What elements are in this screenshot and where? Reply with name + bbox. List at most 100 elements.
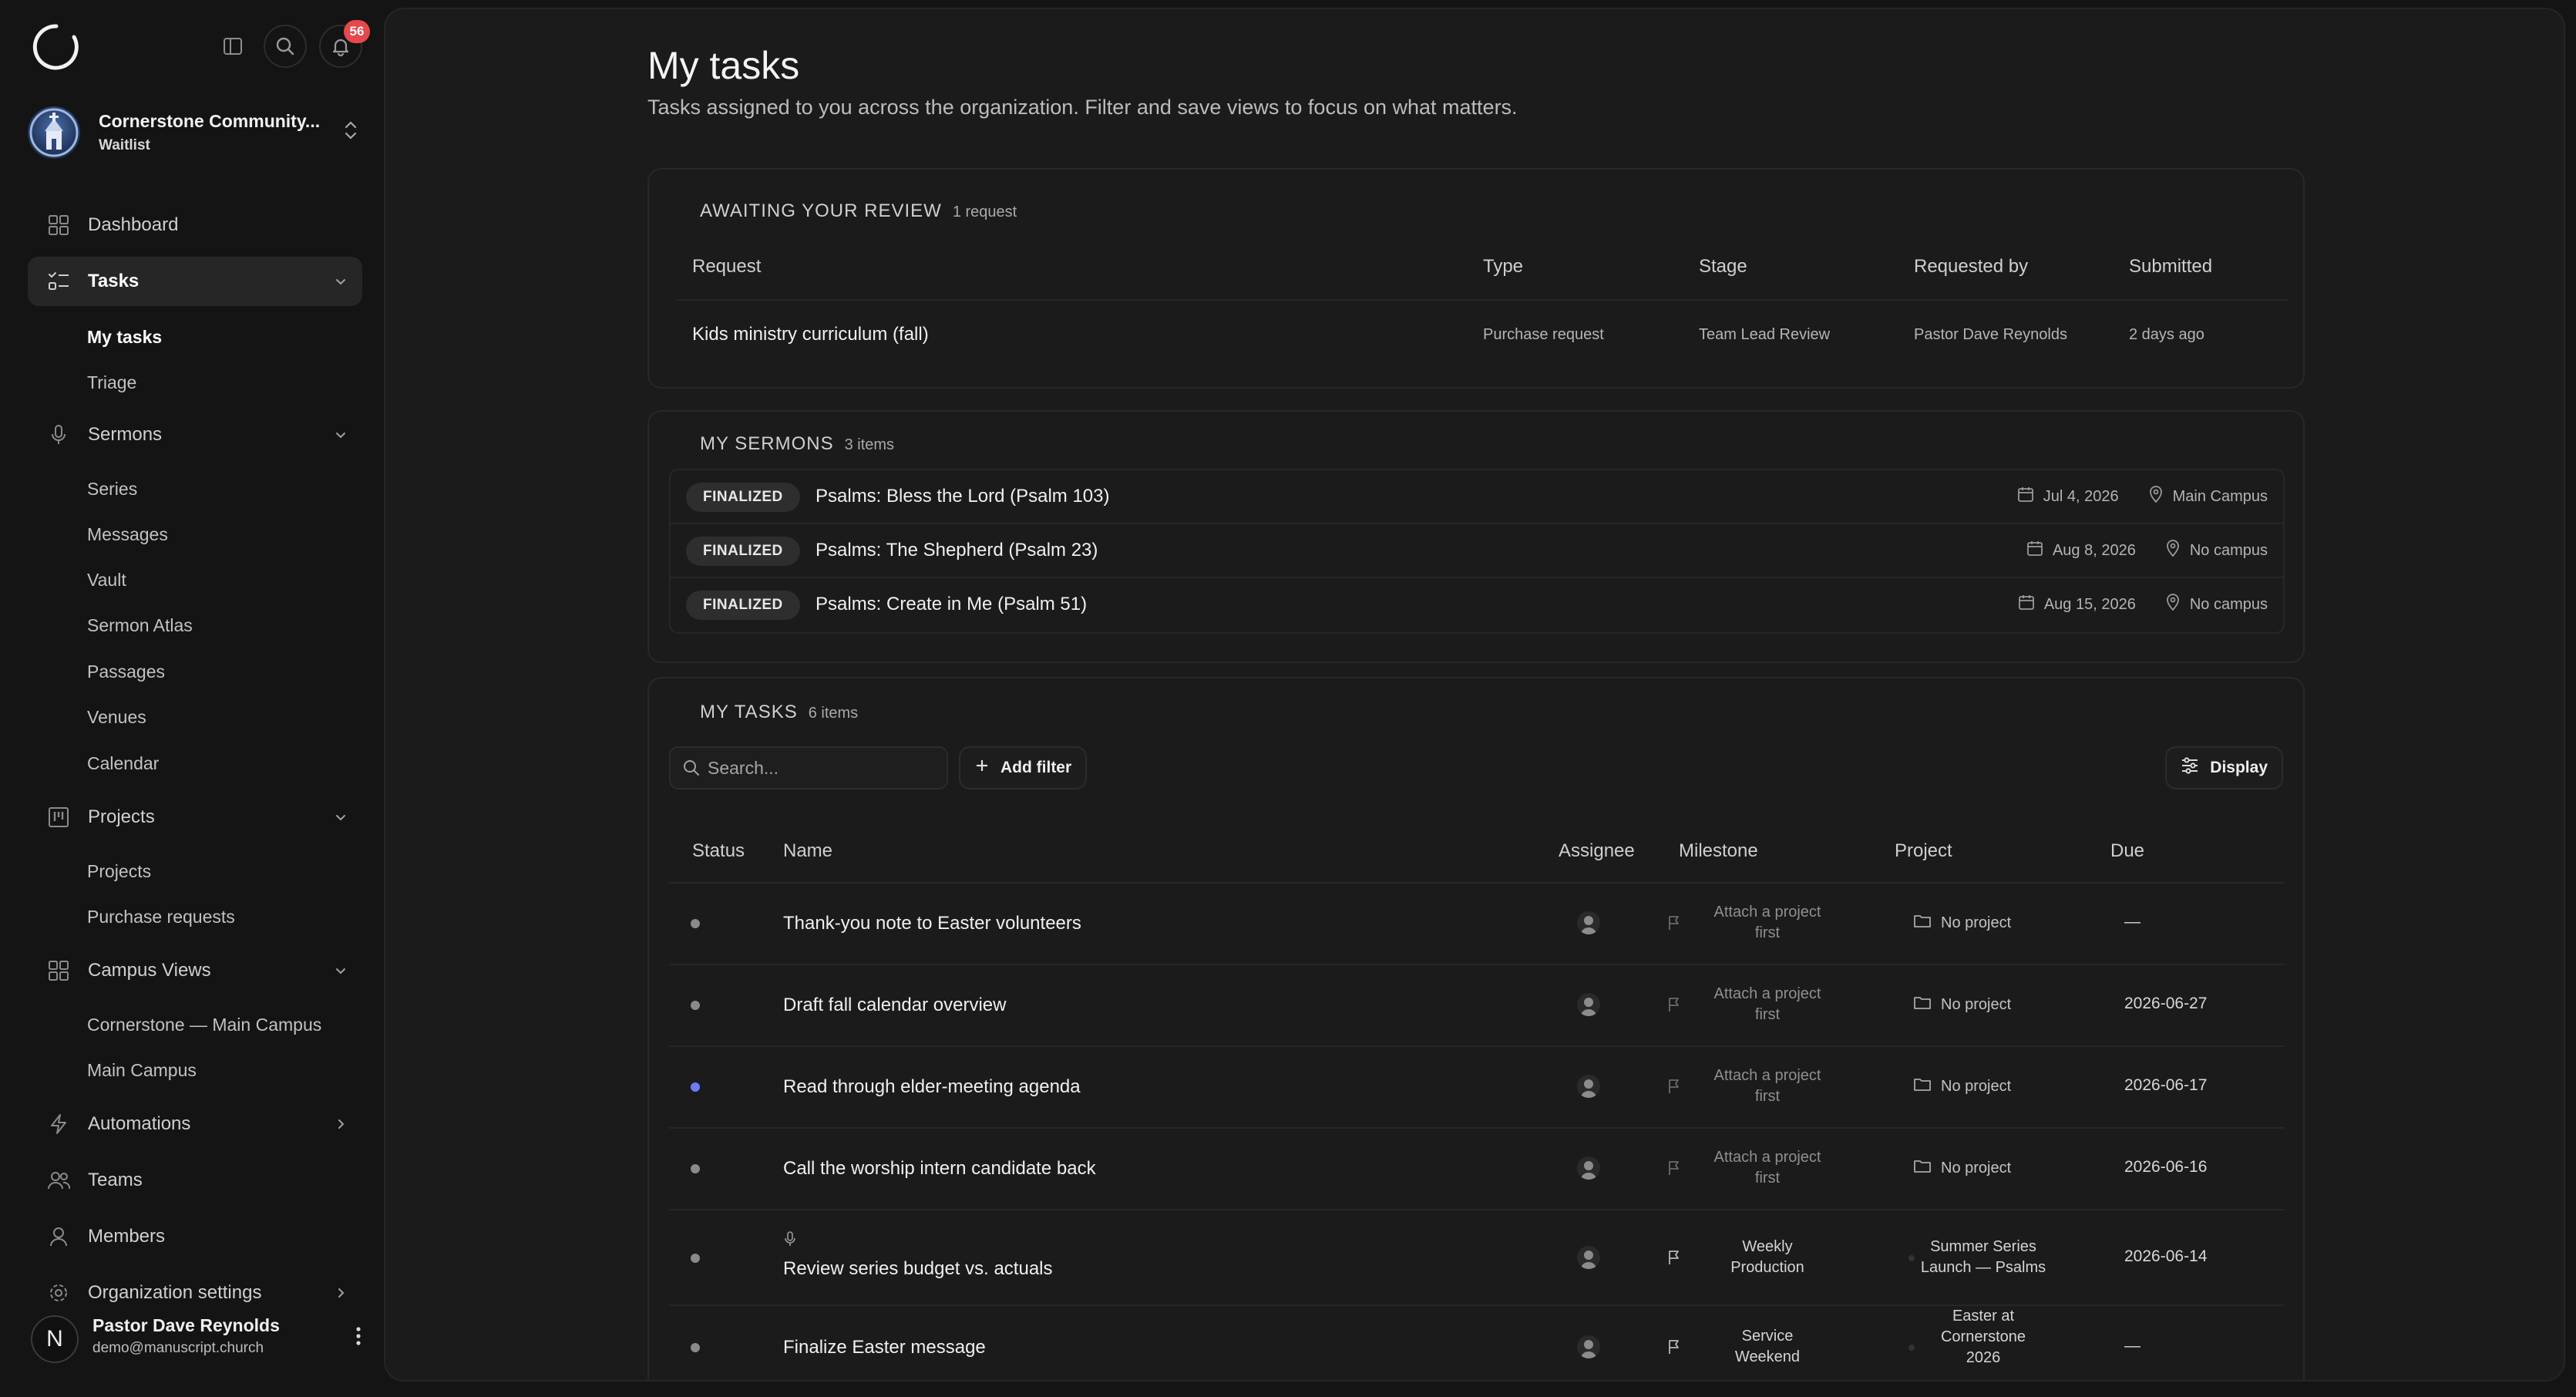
task-name[interactable]: Finalize Easter message [783,1337,986,1358]
user-email: demo@manuscript.church [92,1340,264,1356]
app-logo-icon[interactable] [31,22,82,72]
sermon-title[interactable]: Psalms: Create in Me (Psalm 51) [816,594,1087,615]
column-header-request[interactable]: Request [692,256,761,278]
nav-sermons[interactable]: Sermons [28,410,362,459]
project-cell[interactable]: No project [1913,913,2011,933]
sermon-row[interactable]: FINALIZED Psalms: The Shepherd (Psalm 23… [671,524,2283,578]
assignee-avatar[interactable] [1577,911,1600,934]
nav-projects-list[interactable]: Projects [87,861,151,882]
due-date[interactable]: 2026-06-14 [2124,1247,2207,1266]
display-options-button[interactable]: Display [2165,746,2283,789]
milestone-text[interactable]: Attach a project first [1702,902,1833,944]
assignee-avatar[interactable] [1577,1075,1600,1098]
column-header-type[interactable]: Type [1483,256,1523,278]
column-header-due[interactable]: Due [2110,840,2144,862]
chevron-right-icon[interactable] [333,1285,348,1304]
column-header-submitted[interactable]: Submitted [2129,256,2212,278]
status-todo-icon[interactable] [691,1254,700,1263]
status-todo-icon[interactable] [691,1001,700,1010]
chevron-down-icon[interactable] [333,810,348,829]
nav-campus-views[interactable]: Campus Views [28,946,362,995]
table-row[interactable]: Review series budget vs. actuals Weekly P… [669,1210,2285,1306]
search-icon[interactable] [264,25,307,68]
nav-venues[interactable]: Venues [87,707,146,728]
table-row[interactable]: Draft fall calendar overview Attach a pr… [669,965,2285,1047]
more-vertical-icon[interactable] [355,1325,362,1352]
nav-purchase-requests[interactable]: Purchase requests [87,907,235,927]
nav-teams[interactable]: Teams [28,1156,362,1205]
nav-messages[interactable]: Messages [87,524,168,545]
nav-tasks[interactable]: Tasks [28,257,362,306]
review-request-name[interactable]: Kids ministry curriculum (fall) [692,324,929,345]
status-todo-icon[interactable] [691,1343,700,1352]
milestone-text[interactable]: Attach a project first [1702,1147,1833,1189]
add-filter-button[interactable]: Add filter [959,746,1088,789]
org-switcher[interactable]: Cornerstone Community... Waitlist [28,105,367,160]
nav-triage[interactable]: Triage [87,372,136,393]
assignee-avatar[interactable] [1577,1246,1600,1269]
nav-calendar[interactable]: Calendar [87,753,159,774]
column-header-status[interactable]: Status [692,840,745,862]
task-name[interactable]: Draft fall calendar overview [783,995,1006,1016]
chevron-down-icon[interactable] [333,427,348,446]
chevron-down-icon[interactable] [333,274,348,293]
nav-automations[interactable]: Automations [28,1099,362,1149]
milestone-text[interactable]: Attach a project first [1702,1065,1833,1107]
due-date[interactable]: 2026-06-17 [2124,1076,2207,1095]
table-row[interactable]: Call the worship intern candidate back A… [669,1129,2285,1210]
milestone-text[interactable]: Service Weekend [1702,1326,1833,1368]
project-cell[interactable]: No project [1913,1158,2011,1178]
project-cell[interactable]: No project [1913,1076,2011,1096]
task-name[interactable]: Read through elder-meeting agenda [783,1076,1081,1098]
status-todo-icon[interactable] [691,919,700,928]
status-todo-icon[interactable] [691,1164,700,1173]
nav-series[interactable]: Series [87,479,137,500]
column-header-milestone[interactable]: Milestone [1679,840,1758,862]
task-name[interactable]: Thank-you note to Easter volunteers [783,913,1081,934]
column-header-assignee[interactable]: Assignee [1559,840,1635,862]
nav-campus-cornerstone-main[interactable]: Cornerstone — Main Campus [87,1015,321,1035]
nav-sermon-atlas[interactable]: Sermon Atlas [87,615,193,636]
table-row[interactable]: Finalize Easter message Service Weekend E… [669,1306,2285,1380]
chevron-down-icon[interactable] [333,963,348,982]
task-name[interactable]: Review series budget vs. actuals [783,1258,1053,1280]
chevron-right-icon[interactable] [333,1116,348,1136]
toggle-sidebar-icon[interactable] [211,25,254,68]
user-profile[interactable]: N Pastor Dave Reynolds demo@manuscript.c… [31,1312,362,1366]
project-name[interactable]: Easter at Cornerstone 2026 [1910,1306,2056,1368]
milestone-text[interactable]: Weekly Production [1702,1237,1833,1278]
notifications-bell-icon[interactable]: 56 [319,20,370,68]
status-in-progress-icon[interactable] [691,1082,700,1092]
task-search[interactable] [669,746,948,789]
nav-my-tasks[interactable]: My tasks [87,327,162,348]
nav-projects[interactable]: Projects [28,793,362,842]
assignee-avatar[interactable] [1577,993,1600,1016]
table-row[interactable]: Thank-you note to Easter volunteers Atta… [669,884,2285,965]
assignee-avatar[interactable] [1577,1335,1600,1358]
nav-organization-settings[interactable]: Organization settings [28,1268,362,1318]
nav-campus-main[interactable]: Main Campus [87,1060,197,1081]
sermon-row[interactable]: FINALIZED Psalms: Bless the Lord (Psalm … [671,470,2283,524]
sermon-title[interactable]: Psalms: Bless the Lord (Psalm 103) [816,486,1109,507]
sermon-title[interactable]: Psalms: The Shepherd (Psalm 23) [816,540,1098,561]
nav-members[interactable]: Members [28,1212,362,1261]
due-date[interactable]: — [2124,1337,2141,1355]
column-header-name[interactable]: Name [783,840,832,862]
task-search-input[interactable] [708,748,939,788]
project-name[interactable]: Summer Series Launch — Psalms [1910,1237,2056,1278]
nav-vault[interactable]: Vault [87,570,126,591]
due-date[interactable]: 2026-06-27 [2124,995,2207,1013]
column-header-stage[interactable]: Stage [1699,256,1747,278]
nav-dashboard[interactable]: Dashboard [28,200,362,250]
table-row[interactable]: Read through elder-meeting agenda Attach… [669,1047,2285,1129]
due-date[interactable]: — [2124,913,2141,931]
project-cell[interactable]: No project [1913,995,2011,1015]
sermon-row[interactable]: FINALIZED Psalms: Create in Me (Psalm 51… [671,578,2283,632]
column-header-project[interactable]: Project [1895,840,1952,862]
due-date[interactable]: 2026-06-16 [2124,1158,2207,1177]
column-header-requested-by[interactable]: Requested by [1914,256,2028,278]
milestone-text[interactable]: Attach a project first [1702,984,1833,1025]
task-name[interactable]: Call the worship intern candidate back [783,1158,1096,1180]
nav-passages[interactable]: Passages [87,661,165,682]
assignee-avatar[interactable] [1577,1156,1600,1180]
